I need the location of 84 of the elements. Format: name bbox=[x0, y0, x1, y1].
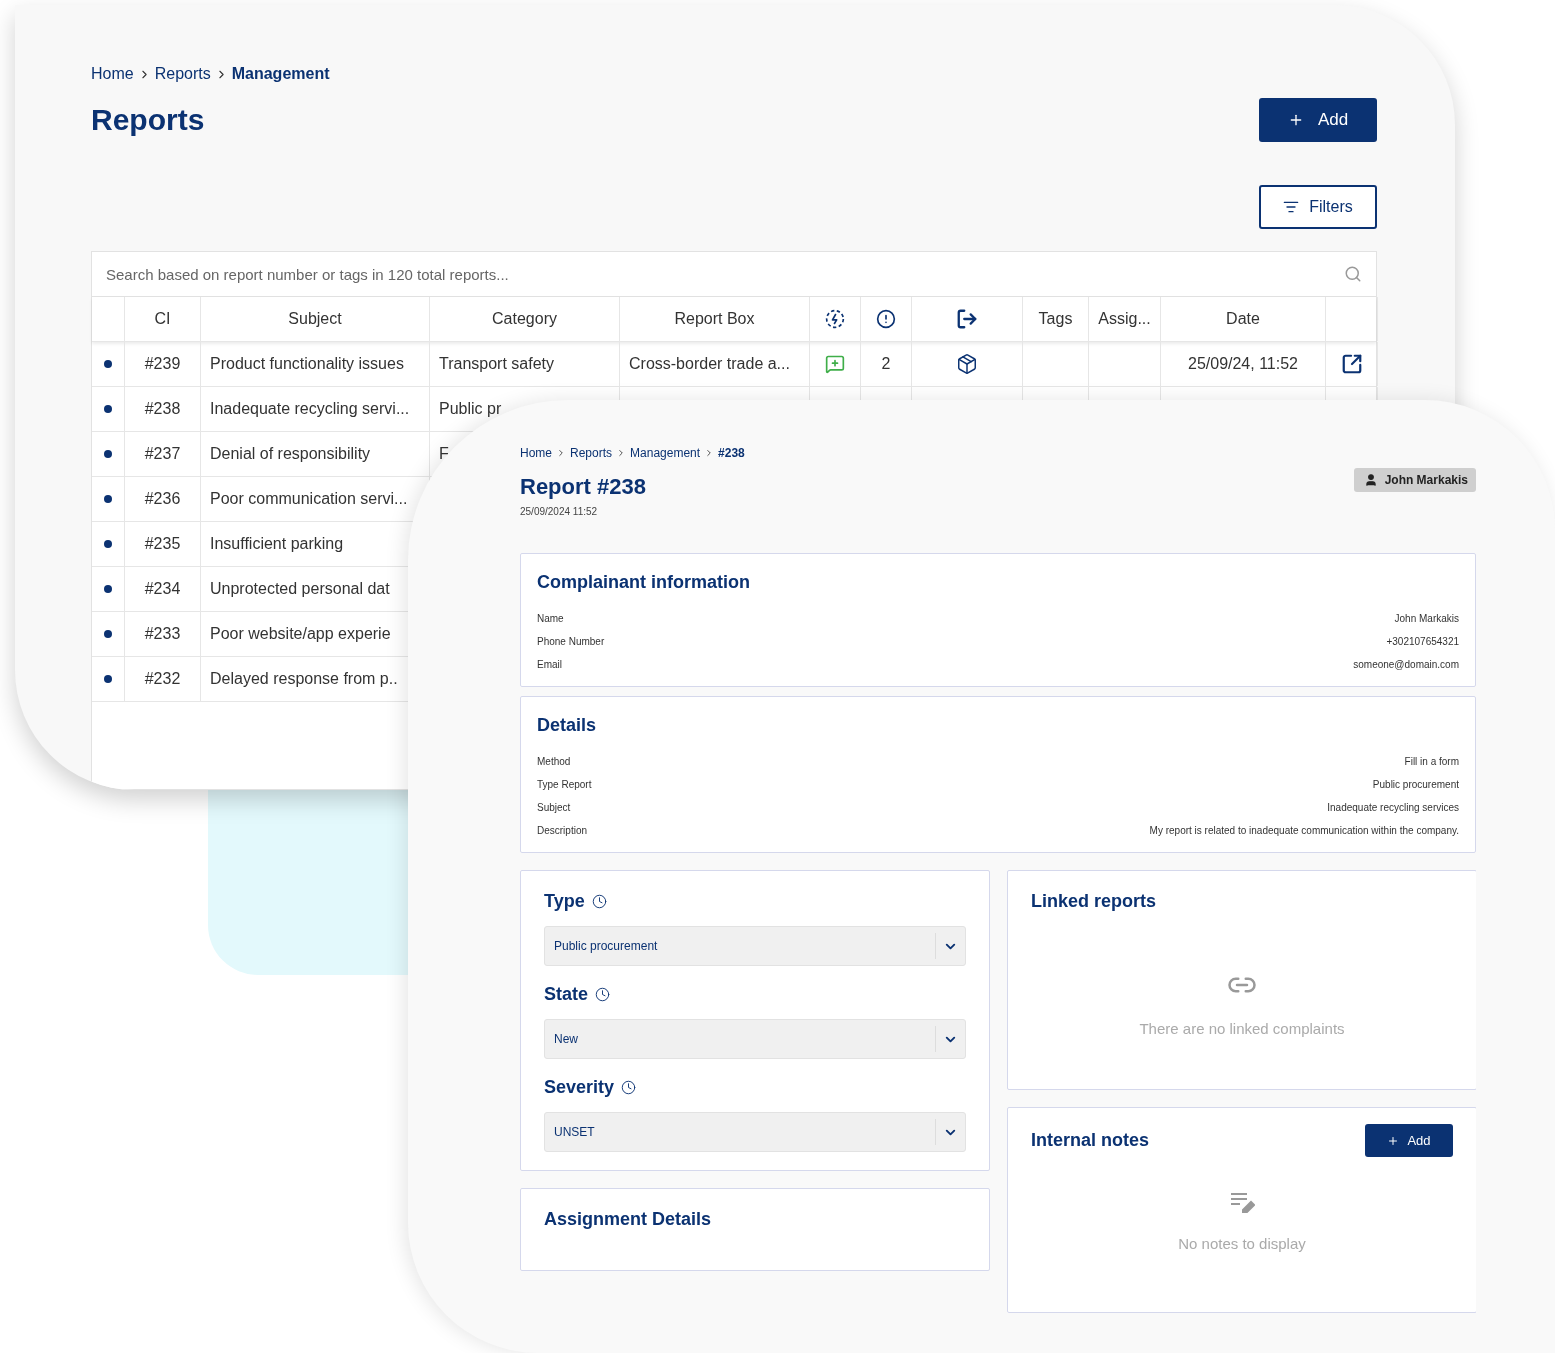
field-title: Type bbox=[544, 891, 966, 912]
table-cell: Product functionality issues bbox=[210, 355, 404, 373]
history-icon[interactable] bbox=[595, 987, 610, 1002]
select-field[interactable]: Public procurement bbox=[544, 926, 966, 966]
column-header[interactable]: Subject bbox=[288, 310, 342, 328]
package-icon bbox=[956, 353, 978, 375]
table-cell: Denial of responsibility bbox=[210, 445, 371, 463]
search-field[interactable]: Search based on report number or tags in 120 total reports... bbox=[104, 264, 1344, 284]
field-label: Description bbox=[537, 825, 588, 836]
lines-pencil-icon bbox=[1229, 1191, 1255, 1213]
breadcrumb-link[interactable]: Reports bbox=[570, 446, 613, 460]
table-cell: #233 bbox=[144, 625, 181, 643]
field-value: someone@domain.com bbox=[1353, 658, 1459, 670]
report-date: 25/09/2024 11:52 bbox=[520, 506, 599, 517]
empty-message: No notes to display bbox=[1178, 1235, 1306, 1252]
open-external-icon[interactable] bbox=[1340, 353, 1363, 375]
page-title: Report #238 bbox=[520, 474, 647, 500]
breadcrumb-link[interactable]: Management bbox=[630, 446, 701, 460]
alert-icon bbox=[876, 309, 896, 329]
panel-title: Complainant information bbox=[537, 571, 751, 593]
table-cell: Public pr bbox=[439, 400, 502, 418]
field-value: Fill in a form bbox=[1404, 756, 1459, 767]
field-label: Email bbox=[537, 658, 562, 670]
chat-plus-icon bbox=[825, 354, 845, 374]
filters-button[interactable]: Filters bbox=[1259, 185, 1377, 229]
field-value: My report is related to inadequate communication within the company. bbox=[1149, 825, 1459, 836]
table-cell: Cross-border trade a... bbox=[629, 355, 790, 373]
table-cell: #239 bbox=[144, 355, 181, 373]
column-header[interactable]: CI bbox=[154, 310, 171, 328]
field-label: Subject bbox=[537, 802, 571, 813]
table-cell: Delayed response from p.. bbox=[210, 670, 398, 688]
select-field[interactable]: New bbox=[544, 1019, 966, 1059]
field-title: State bbox=[544, 984, 966, 1005]
field-value: John Markakis bbox=[1394, 612, 1459, 624]
table-cell: Insufficient parking bbox=[210, 535, 344, 553]
history-icon[interactable] bbox=[591, 894, 607, 909]
table-cell: Poor communication servi... bbox=[210, 490, 408, 508]
breadcrumb-link[interactable]: Home bbox=[520, 446, 552, 460]
add-button[interactable]: Add bbox=[1259, 98, 1377, 142]
field-value: +302107654321 bbox=[1386, 635, 1459, 647]
history-icon[interactable] bbox=[621, 1080, 637, 1095]
table-cell: #237 bbox=[144, 445, 181, 463]
field-title: Severity bbox=[544, 1077, 966, 1098]
page-title: Reports bbox=[91, 103, 205, 137]
field-label: Name bbox=[537, 612, 564, 624]
field-value: Inadequate recycling services bbox=[1327, 802, 1459, 813]
field-value: Public procurement bbox=[1372, 779, 1459, 790]
table-cell: #234 bbox=[144, 580, 181, 598]
add-button[interactable]: Add bbox=[1365, 1124, 1453, 1157]
column-header[interactable]: Assig... bbox=[1098, 310, 1151, 328]
filter-icon bbox=[1283, 199, 1300, 215]
panel-title: Details bbox=[537, 715, 598, 736]
table-cell: F bbox=[439, 445, 449, 463]
table-cell: #236 bbox=[144, 490, 181, 508]
breadcrumb-link[interactable]: #238 bbox=[718, 446, 745, 460]
table-cell: Poor website/app experie bbox=[210, 625, 391, 643]
column-header[interactable]: Date bbox=[1226, 310, 1260, 328]
table-cell: Unprotected personal dat bbox=[210, 580, 390, 598]
table-cell: 2 bbox=[881, 355, 891, 373]
table-cell: #235 bbox=[144, 535, 181, 553]
bolt-circle-icon bbox=[825, 309, 845, 329]
chevron-icon bbox=[556, 448, 566, 458]
table-cell: 25/09/24, 11:52 bbox=[1188, 355, 1298, 373]
panel-title: Linked reports bbox=[1031, 891, 1158, 912]
column-header[interactable]: Tags bbox=[1038, 310, 1073, 328]
search-icon[interactable] bbox=[1344, 265, 1362, 283]
table-cell: Inadequate recycling servi... bbox=[210, 400, 410, 418]
field-label: Method bbox=[537, 756, 571, 767]
field-label: Phone Number bbox=[537, 635, 605, 647]
table-cell: #232 bbox=[144, 670, 181, 688]
column-header[interactable]: Category bbox=[492, 310, 557, 328]
panel-title: Assignment Details bbox=[544, 1209, 713, 1230]
breadcrumb-link[interactable]: Home bbox=[91, 65, 134, 83]
assignee-badge: John Markakis bbox=[1353, 468, 1476, 492]
table-cell: #238 bbox=[144, 400, 181, 418]
table-cell: Transport safety bbox=[439, 355, 554, 373]
field-label: Type Report bbox=[537, 779, 592, 790]
select-field[interactable]: UNSET bbox=[544, 1112, 966, 1152]
panel-title: Internal notes bbox=[1031, 1130, 1150, 1151]
empty-message: There are no linked complaints bbox=[1139, 1020, 1345, 1037]
breadcrumb-link[interactable]: Management bbox=[231, 65, 330, 83]
plus-icon bbox=[1387, 1134, 1400, 1147]
breadcrumb-link[interactable]: Reports bbox=[154, 65, 211, 83]
column-header[interactable]: Report Box bbox=[674, 310, 755, 328]
